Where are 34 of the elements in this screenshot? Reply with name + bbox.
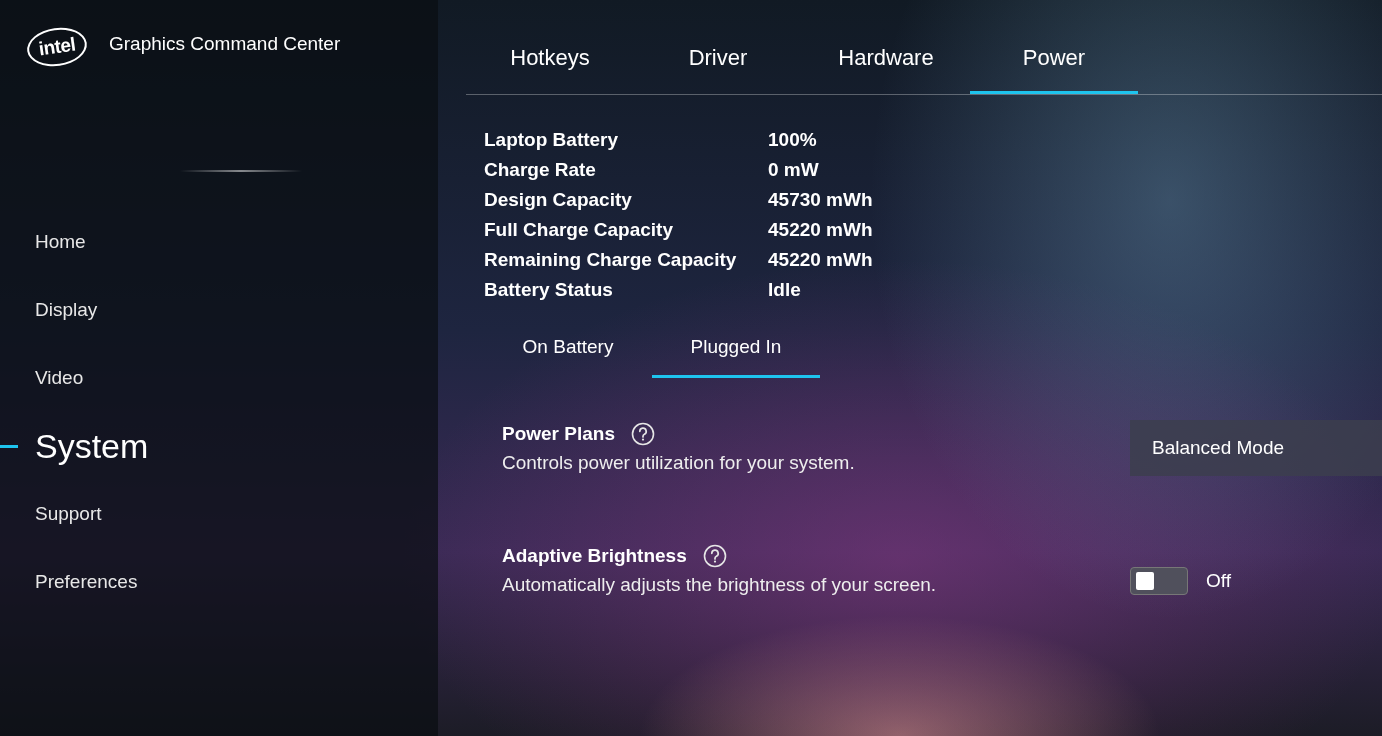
- tab[interactable]: Hardware: [802, 0, 970, 94]
- sidebar-item[interactable]: Display: [0, 276, 98, 344]
- setting-description: Controls power utilization for your system.: [502, 452, 856, 474]
- info-value: Idle: [768, 278, 802, 302]
- info-value: 100%: [768, 128, 818, 152]
- info-label: Design Capacity: [484, 188, 633, 212]
- sidebar-item[interactable]: Home: [0, 208, 86, 276]
- sidebar-item[interactable]: System: [0, 412, 149, 480]
- tab[interactable]: Driver: [634, 0, 802, 94]
- plan-dropdown[interactable]: Balanced Mode: [1130, 420, 1382, 476]
- setting-title: Power Plans: [502, 423, 615, 445]
- info-label: Remaining Charge Capacity: [484, 248, 738, 272]
- info-value: 0 mW: [768, 158, 820, 182]
- tab[interactable]: Power: [970, 0, 1138, 94]
- toggle-switch[interactable]: [1130, 567, 1188, 595]
- sidebar-item[interactable]: Video: [0, 344, 84, 412]
- help-icon[interactable]: [631, 422, 655, 446]
- subtab[interactable]: On Battery: [484, 310, 652, 378]
- info-value: 45220 mWh: [768, 218, 873, 242]
- subtab[interactable]: Plugged In: [652, 310, 820, 378]
- info-value: 45220 mWh: [768, 248, 873, 272]
- info-value: 45730 mWh: [768, 188, 873, 212]
- info-label: Charge Rate: [484, 158, 597, 182]
- sidebar-item[interactable]: Preferences: [0, 548, 138, 616]
- tab[interactable]: Hotkeys: [466, 0, 634, 94]
- setting-description: Automatically adjusts the brightness of your screen.: [502, 574, 938, 596]
- sidebar-item[interactable]: Support: [0, 480, 102, 548]
- help-icon[interactable]: [702, 544, 727, 568]
- info-label: Laptop Battery: [484, 128, 620, 152]
- info-label: Battery Status: [484, 278, 614, 302]
- toggle-state-label: Off: [1206, 570, 1231, 592]
- info-label: Full Charge Capacity: [484, 218, 674, 242]
- setting-title: Adaptive Brightness: [502, 545, 687, 567]
- app-title: Graphics Command Center: [109, 33, 341, 55]
